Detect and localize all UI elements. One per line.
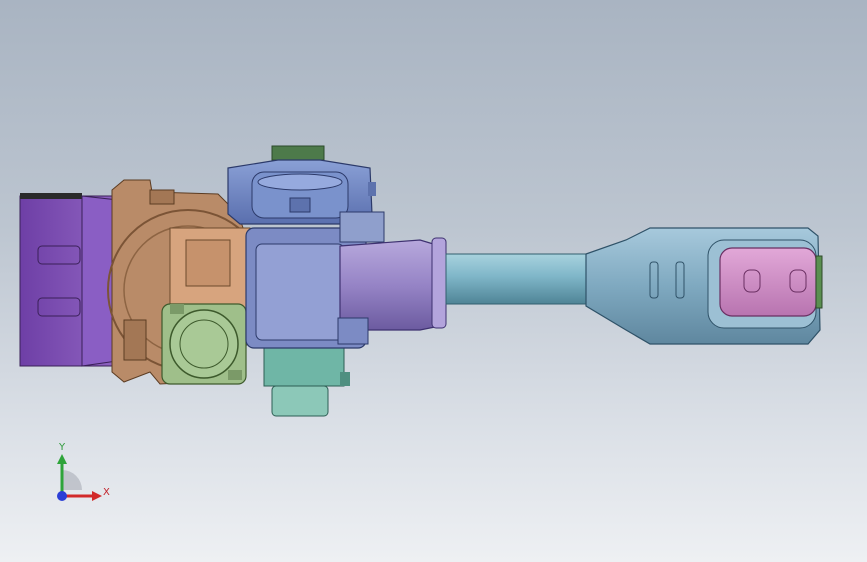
triad-z-axis-icon [57, 491, 67, 501]
triad-y-label: Y [59, 442, 66, 453]
coordinate-triad [57, 454, 102, 501]
triad-x-label: X [103, 487, 110, 498]
triad-y-arrow-icon [57, 454, 67, 464]
pink-wrist-unit[interactable] [719, 247, 823, 317]
triad-xy-plane-icon [62, 470, 82, 490]
violet-arm-joint[interactable] [245, 211, 447, 349]
teal-connector[interactable] [263, 339, 350, 417]
triad-x-arrow-icon [92, 491, 102, 501]
green-motor-cap[interactable] [161, 303, 247, 385]
robot-arm-model[interactable] [0, 0, 867, 562]
cad-viewport[interactable]: Y X [0, 0, 867, 562]
